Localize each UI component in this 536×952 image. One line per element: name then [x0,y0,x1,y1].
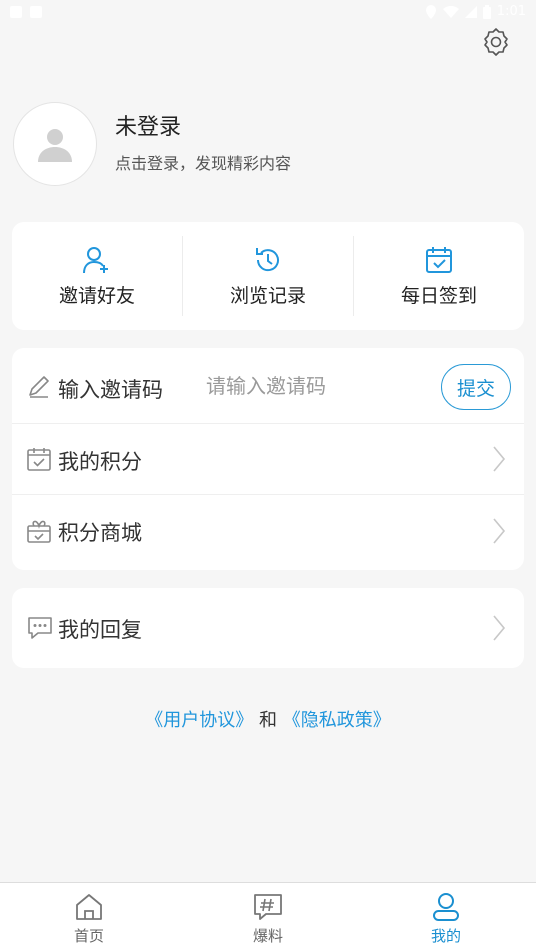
profile-subtitle: 点击登录，发现精彩内容 [115,154,292,173]
login-profile[interactable]: 未登录 点击登录，发现精彩内容 [13,102,291,186]
status-time: 1:01 [496,4,526,19]
agreement-connector: 和 [259,710,277,731]
user-placeholder-icon [38,129,72,162]
tab-label: 我的 [430,927,461,945]
tab-label: 爆料 [252,927,283,945]
profile-name: 未登录 [115,115,182,140]
tab-explore[interactable]: 爆料 [228,891,308,946]
row-label: 我的回复 [58,618,142,642]
my-points-row[interactable]: 我的积分 [12,424,524,494]
hashtag-icon [254,894,282,920]
add-user-icon [83,246,108,273]
calendar-check-icon [27,448,51,471]
submit-button[interactable]: 提交 [441,364,511,410]
points-mall-row[interactable]: 积分商城 [12,495,524,569]
settings-button[interactable] [480,26,512,58]
user-icon [433,893,459,921]
agreement-text: 《用户协议》 和 《隐私政策》 [0,706,536,732]
gear-icon [484,28,508,56]
privacy-policy-link[interactable]: 《隐私政策》 [283,710,391,731]
invite-code-label: 输入邀请码 [58,378,163,402]
avatar[interactable] [13,102,97,186]
my-reply-row[interactable]: 我的回复 [12,588,524,668]
history-icon [256,247,279,271]
location-icon [425,4,436,19]
quick-action-label: 每日签到 [400,284,477,307]
quick-actions-card: 邀请好友 浏览记录 每日签到 [12,222,524,330]
quick-action-label: 邀请好友 [58,284,135,307]
tab-mine[interactable]: 我的 [406,891,486,946]
chevron-right-icon [493,446,506,472]
row-label: 积分商城 [58,521,142,545]
bottom-tab-bar: 首页 爆料 我的 [0,882,536,952]
browse-history-button[interactable]: 浏览记录 [183,222,353,330]
invite-friends-button[interactable]: 邀请好友 [12,222,182,330]
quick-action-label: 浏览记录 [229,284,306,307]
invite-code-input[interactable] [206,370,426,402]
status-bar: 1:01 [0,0,536,24]
pencil-icon [29,376,49,398]
wifi-icon [442,5,459,18]
signal-icon [464,5,477,18]
list-card: 输入邀请码 提交 我的积分 积分商城 [12,348,524,570]
daily-checkin-button[interactable]: 每日签到 [354,222,524,330]
chevron-right-icon [493,518,506,544]
tab-home[interactable]: 首页 [49,891,129,946]
tab-label: 首页 [73,927,104,945]
home-icon [76,894,102,920]
chevron-right-icon [493,615,506,641]
row-label: 我的积分 [58,450,142,474]
calendar-check-icon [426,246,452,273]
chat-icon [28,617,52,639]
user-agreement-link[interactable]: 《用户协议》 [145,710,253,731]
invite-code-row: 输入邀请码 提交 [12,348,524,424]
battery-icon [482,4,491,19]
notification-icons [10,6,42,18]
gift-box-icon [27,520,51,543]
